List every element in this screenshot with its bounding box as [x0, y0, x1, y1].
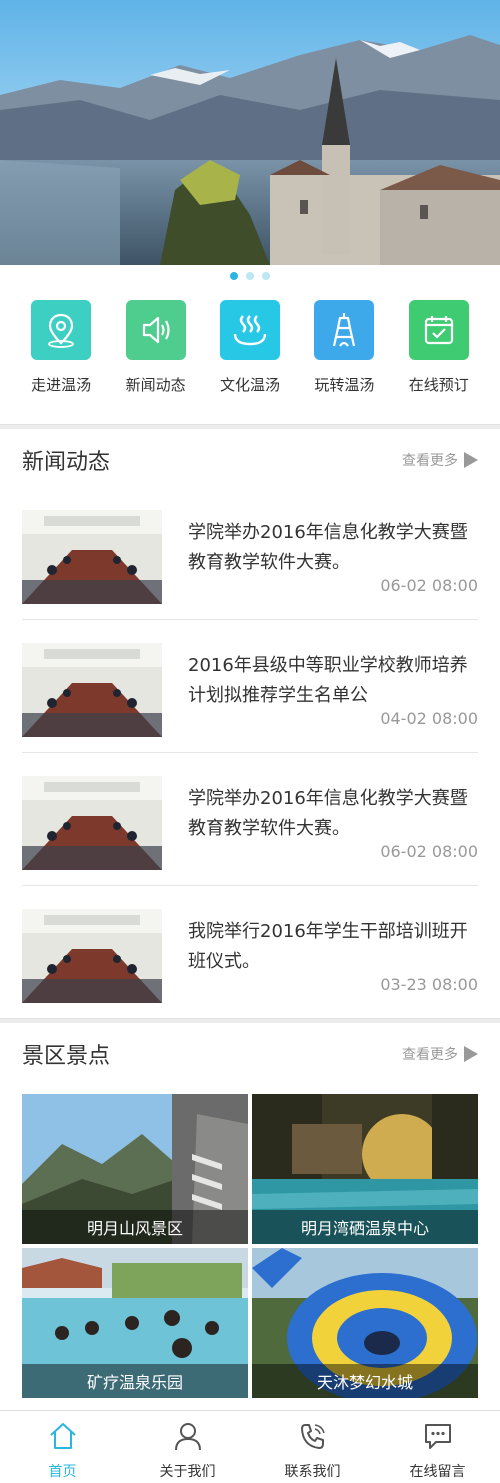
section-title: 景区景点 — [22, 1044, 111, 1069]
news-title: 我院举行2016年学生干部培训班开班仪式。 — [188, 921, 468, 972]
news-title: 学院举办2016年信息化教学大赛暨教育教学软件大赛。 — [188, 788, 468, 839]
news-thumbnail — [22, 909, 162, 1003]
home-icon — [47, 1421, 79, 1455]
news-title: 2016年县级中等职业学校教师培养计划拟推荐学生名单公 — [188, 655, 468, 706]
carousel-dot[interactable] — [246, 272, 254, 280]
tab-label: 在线留言 — [409, 1464, 466, 1480]
tab-label: 关于我们 — [159, 1464, 216, 1480]
row-separator — [22, 619, 478, 620]
scenic-card[interactable]: 天沐梦幻水城 — [252, 1248, 478, 1398]
speaker-icon — [125, 300, 186, 360]
news-date: 06-02 08:00 — [380, 576, 478, 595]
quick-nav-label: 在线预订 — [408, 376, 469, 394]
news-thumbnail — [22, 510, 162, 604]
tab-contact[interactable]: 联系我们 — [250, 1411, 375, 1483]
news-date: 06-02 08:00 — [380, 842, 478, 861]
calendar-check-icon — [408, 300, 469, 360]
banner-image — [0, 0, 500, 265]
quick-nav-news[interactable]: 新闻动态 — [116, 300, 196, 410]
scenic-caption: 天沐梦幻水城 — [252, 1364, 478, 1398]
news-thumbnail — [22, 643, 162, 737]
scenic-card[interactable]: 明月山风景区 — [22, 1094, 248, 1244]
quick-nav-culture[interactable]: 文化温汤 — [210, 300, 290, 410]
hot-spring-icon — [219, 300, 280, 360]
scenic-section-header: 景区景点 查看更多 — [0, 1024, 500, 1084]
tower-icon — [314, 300, 375, 360]
arrow-right-icon — [464, 1046, 478, 1062]
quick-nav-play[interactable]: 玩转温汤 — [304, 300, 384, 410]
tab-label: 首页 — [48, 1464, 77, 1480]
tab-about[interactable]: 关于我们 — [125, 1411, 250, 1483]
bottom-tab-bar: 首页 关于我们 联系我们 在线留言 — [0, 1410, 500, 1483]
quick-nav-label: 新闻动态 — [125, 376, 186, 394]
person-icon — [172, 1421, 204, 1455]
news-section-header: 新闻动态 查看更多 — [0, 430, 500, 490]
quick-nav-intro[interactable]: 走进温汤 — [21, 300, 101, 410]
quick-nav: 走进温汤 新闻动态 文化温汤 玩转温汤 在线预订 — [0, 300, 500, 410]
carousel-dot[interactable] — [262, 272, 270, 280]
arrow-right-icon — [464, 452, 478, 468]
scenic-caption: 矿疗温泉乐园 — [22, 1364, 248, 1398]
news-item[interactable]: 2016年县级中等职业学校教师培养计划拟推荐学生名单公 04-02 08:00 — [22, 621, 478, 753]
scenic-caption: 明月湾硒温泉中心 — [252, 1210, 478, 1244]
section-title: 新闻动态 — [22, 450, 111, 475]
more-label: 查看更多 — [402, 1047, 458, 1063]
location-pin-icon — [31, 300, 92, 360]
row-separator — [22, 885, 478, 886]
carousel-indicator — [0, 268, 500, 284]
quick-nav-label: 玩转温汤 — [314, 376, 375, 394]
scenic-caption: 明月山风景区 — [22, 1210, 248, 1244]
tab-home[interactable]: 首页 — [0, 1411, 125, 1483]
carousel-dot[interactable] — [230, 272, 238, 280]
scenic-card[interactable]: 明月湾硒温泉中心 — [252, 1094, 478, 1244]
news-title: 学院举办2016年信息化教学大赛暨教育教学软件大赛。 — [188, 522, 468, 573]
more-link[interactable]: 查看更多 — [402, 1044, 478, 1064]
more-link[interactable]: 查看更多 — [402, 450, 478, 470]
section-divider — [0, 424, 500, 429]
news-thumbnail — [22, 776, 162, 870]
tab-label: 联系我们 — [284, 1464, 341, 1480]
scenic-card[interactable]: 矿疗温泉乐园 — [22, 1248, 248, 1398]
news-item[interactable]: 我院举行2016年学生干部培训班开班仪式。 03-23 08:00 — [22, 887, 478, 1019]
banner-carousel[interactable] — [0, 0, 500, 265]
row-separator — [22, 752, 478, 753]
section-divider — [0, 1018, 500, 1023]
news-date: 04-02 08:00 — [380, 709, 478, 728]
quick-nav-booking[interactable]: 在线预订 — [399, 300, 479, 410]
message-icon — [422, 1421, 454, 1455]
quick-nav-label: 走进温汤 — [31, 376, 92, 394]
quick-nav-label: 文化温汤 — [219, 376, 280, 394]
tab-message[interactable]: 在线留言 — [375, 1411, 500, 1483]
news-item[interactable]: 学院举办2016年信息化教学大赛暨教育教学软件大赛。 06-02 08:00 — [22, 488, 478, 620]
more-label: 查看更多 — [402, 453, 458, 469]
news-date: 03-23 08:00 — [380, 975, 478, 994]
phone-icon — [297, 1421, 329, 1455]
news-item[interactable]: 学院举办2016年信息化教学大赛暨教育教学软件大赛。 06-02 08:00 — [22, 754, 478, 886]
scenic-grid: 明月山风景区 明月湾硒温泉中心 矿疗温泉乐园 天沐梦幻水城 — [22, 1094, 478, 1398]
